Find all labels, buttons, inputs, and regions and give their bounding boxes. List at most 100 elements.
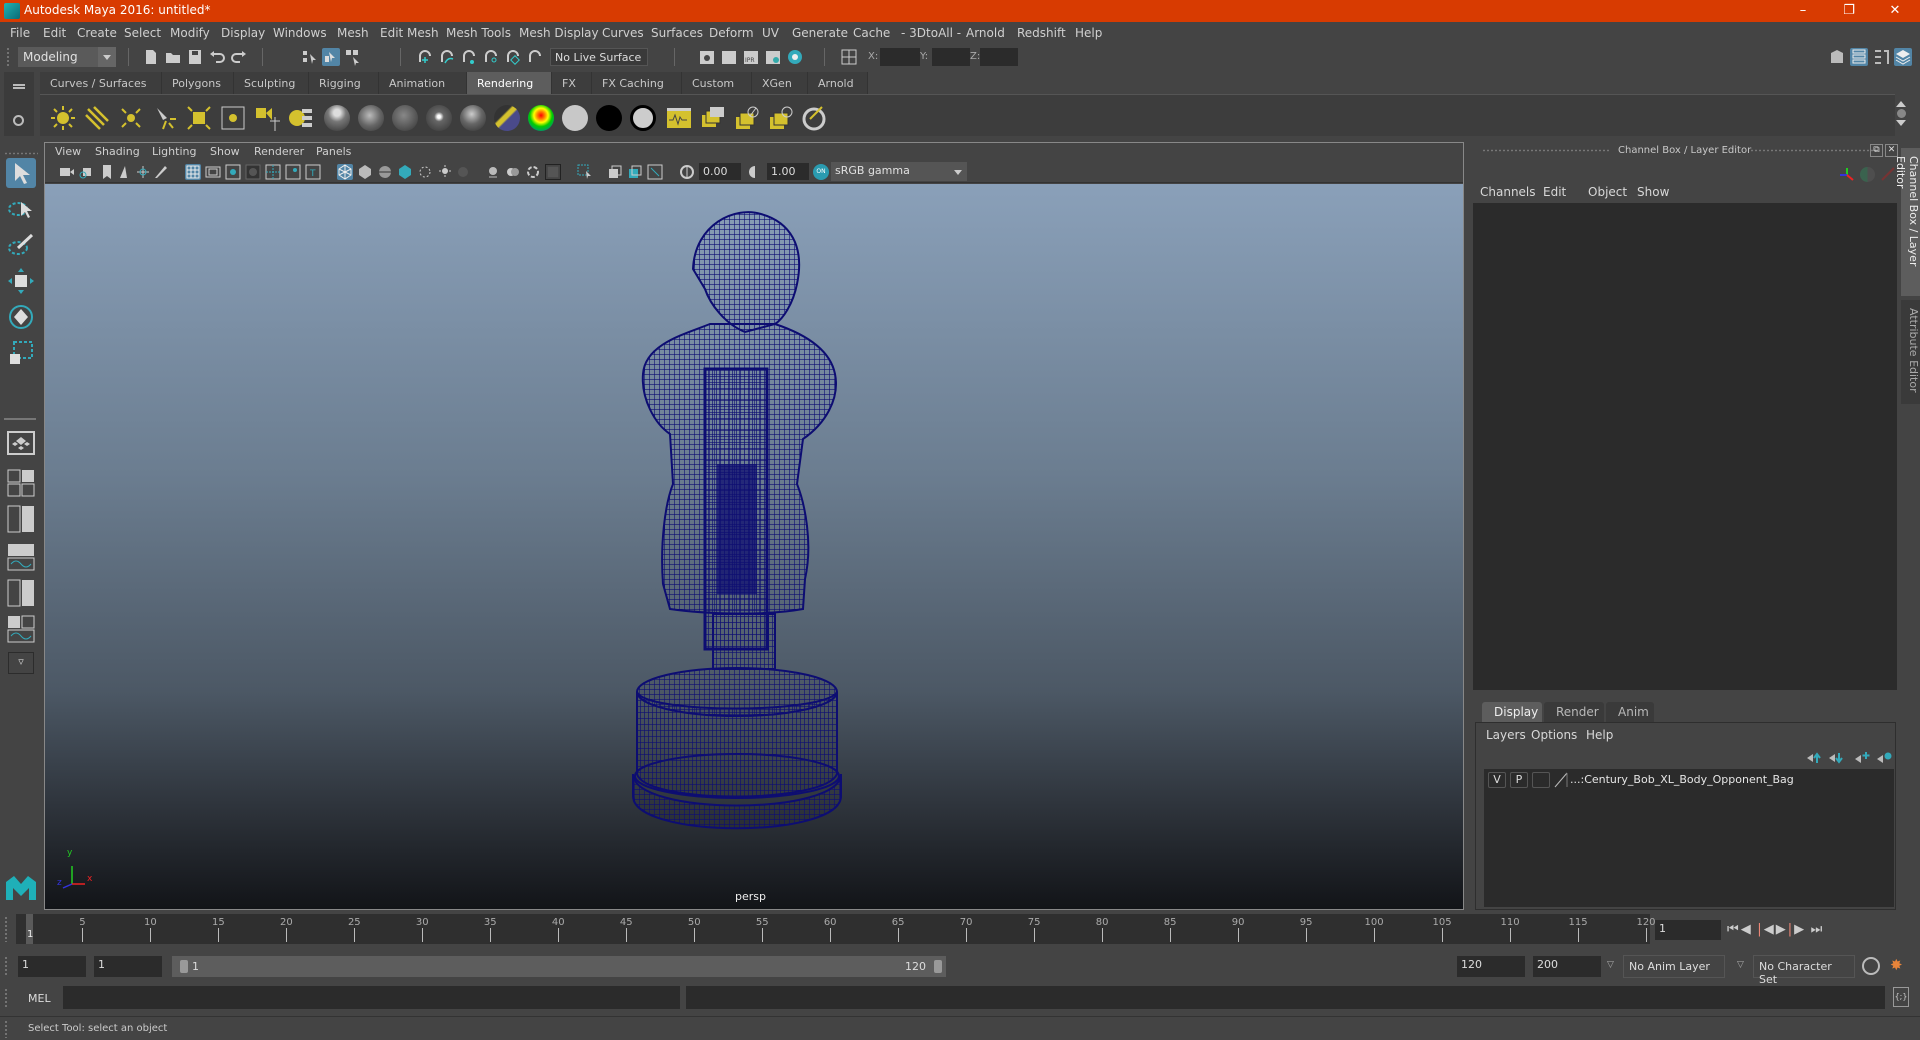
redo-icon[interactable]: [230, 48, 248, 66]
hypershade-shelf-icon[interactable]: [802, 105, 828, 131]
select-by-hierarchy-icon[interactable]: [300, 48, 318, 66]
channel-box-menu-object[interactable]: Object: [1588, 185, 1627, 199]
exposure-icon[interactable]: [679, 164, 695, 180]
step-back-frame-icon[interactable]: ◀: [1741, 922, 1758, 937]
wireframe-shading-icon[interactable]: [337, 164, 353, 180]
menuset-dropdown[interactable]: Modeling: [18, 47, 116, 67]
surface-shader-icon[interactable]: [562, 105, 588, 131]
phong-e-material-icon[interactable]: [426, 105, 452, 131]
snap-to-grid-icon[interactable]: [416, 48, 434, 66]
xray-icon[interactable]: [545, 164, 561, 180]
lasso-tool-icon[interactable]: [6, 194, 36, 224]
layer-name[interactable]: ...:Century_Bob_XL_Body_Opponent_Bag: [1570, 773, 1794, 786]
ipr-render-icon[interactable]: IPR: [742, 48, 760, 66]
play-backwards-icon[interactable]: ◀: [1764, 922, 1776, 937]
light-linking-icon[interactable]: [254, 105, 280, 131]
live-surface-field[interactable]: No Live Surface: [550, 48, 648, 66]
restore-button[interactable]: ❐: [1826, 0, 1872, 22]
color-space-dropdown[interactable]: sRGB gamma: [831, 162, 967, 181]
toon-shader-icon[interactable]: [630, 105, 656, 131]
bookmark-icon[interactable]: [99, 164, 115, 180]
gamma-field[interactable]: 1.00: [767, 163, 809, 180]
anisotropic-material-icon[interactable]: [460, 105, 486, 131]
exposure-field[interactable]: 0.00: [699, 163, 741, 180]
shelf-tab-polygons[interactable]: Polygons: [162, 72, 234, 94]
phong-material-icon[interactable]: [358, 105, 384, 131]
menu-create[interactable]: Create: [77, 26, 117, 40]
current-frame-field[interactable]: 1: [1655, 920, 1721, 940]
tool-settings-toggle-icon[interactable]: [1872, 48, 1890, 66]
channel-box-menu-channels[interactable]: Channels: [1480, 185, 1536, 199]
anim-layer-dropdown[interactable]: No Anim Layer: [1623, 955, 1725, 978]
snap-to-point-icon[interactable]: [460, 48, 478, 66]
viewport-menu-shading[interactable]: Shading: [95, 145, 140, 158]
scale-tool-icon[interactable]: [6, 338, 36, 368]
shelf-tab-fx-caching[interactable]: FX Caching: [592, 72, 682, 94]
x-field[interactable]: [880, 48, 920, 66]
playback-end-field[interactable]: 120: [1457, 956, 1525, 977]
menu-mesh-tools[interactable]: Mesh Tools: [446, 26, 511, 40]
render-view-icon[interactable]: [666, 105, 692, 131]
menu-curves[interactable]: Curves: [602, 26, 644, 40]
toolbox-grip[interactable]: [4, 152, 38, 155]
menu-edit-mesh[interactable]: Edit Mesh: [380, 26, 439, 40]
undo-icon[interactable]: [208, 48, 226, 66]
input-line-mode-icon[interactable]: [840, 48, 858, 66]
command-language-toggle[interactable]: MEL: [28, 992, 51, 1005]
render-sequence-icon[interactable]: [720, 48, 738, 66]
range-grip[interactable]: [4, 956, 8, 976]
multisample-aa-icon[interactable]: [505, 164, 521, 180]
character-set-chevron-icon[interactable]: ▽: [1737, 960, 1744, 970]
directional-light-icon[interactable]: [84, 105, 110, 131]
panel-grip[interactable]: [1750, 149, 1878, 152]
new-empty-layer-icon[interactable]: [1854, 751, 1870, 765]
grease-pencil-icon[interactable]: [153, 164, 169, 180]
select-by-object-icon[interactable]: [322, 48, 340, 66]
move-layer-up-icon[interactable]: [1806, 751, 1822, 765]
range-end-handle[interactable]: [934, 960, 942, 973]
go-to-end-icon[interactable]: ⏭: [1811, 922, 1825, 937]
move-layer-down-icon[interactable]: [1828, 751, 1844, 765]
menu-display[interactable]: Display: [221, 26, 265, 40]
animation-preferences-icon[interactable]: ✸: [1890, 956, 1903, 974]
two-d-pan-zoom-icon[interactable]: [135, 164, 151, 180]
playback-start-field[interactable]: 1: [94, 956, 162, 977]
ramp-shader-icon[interactable]: [528, 105, 554, 131]
script-editor-icon[interactable]: {;}: [1893, 987, 1909, 1007]
shelf-tab-sculpting[interactable]: Sculpting: [234, 72, 309, 94]
screen-space-ao-icon[interactable]: [455, 164, 471, 180]
menu-uv[interactable]: UV: [762, 26, 779, 40]
layer-menu-options[interactable]: Options: [1531, 728, 1577, 742]
layer-menu-layers[interactable]: Layers: [1486, 728, 1526, 742]
manipulator-toggle-icon[interactable]: [1838, 166, 1856, 184]
save-scene-icon[interactable]: [186, 48, 204, 66]
shelf-scroll[interactable]: [1895, 99, 1907, 133]
channel-box-toggle-icon[interactable]: [1894, 48, 1912, 66]
menu-help[interactable]: Help: [1075, 26, 1102, 40]
blinn-material-icon[interactable]: [324, 105, 350, 131]
smooth-shade-icon[interactable]: [357, 164, 373, 180]
paint-select-tool-icon[interactable]: [6, 230, 36, 260]
shelf-tab-animation[interactable]: Animation: [379, 72, 467, 94]
scroll-up-icon[interactable]: [1896, 101, 1906, 107]
character-set-dropdown[interactable]: No Character Set: [1753, 955, 1855, 986]
color-management-toggle-icon[interactable]: ON: [813, 164, 829, 180]
layered-shader-icon[interactable]: [494, 105, 520, 131]
auto-key-icon[interactable]: [1862, 957, 1880, 975]
snap-to-curve-icon[interactable]: [438, 48, 456, 66]
menu-edit[interactable]: Edit: [43, 26, 66, 40]
single-perspective-view-icon[interactable]: [6, 428, 36, 458]
resolution-gate-icon[interactable]: [225, 164, 241, 180]
new-scene-icon[interactable]: [142, 48, 160, 66]
shelf-tab-xgen[interactable]: XGen: [752, 72, 808, 94]
menu-redshift[interactable]: Redshift: [1017, 26, 1066, 40]
shelf-tab-custom[interactable]: Custom: [682, 72, 752, 94]
viewport-menu-renderer[interactable]: Renderer: [254, 145, 304, 158]
shelf-tab-fx[interactable]: FX: [552, 72, 592, 94]
four-view-layout-icon[interactable]: [6, 468, 36, 498]
use-background-icon[interactable]: [596, 105, 622, 131]
shelf-options-icon[interactable]: [1896, 109, 1906, 118]
layer-color-swatch-icon[interactable]: [1554, 772, 1568, 788]
menu-deform[interactable]: Deform: [709, 26, 754, 40]
close-button[interactable]: ✕: [1872, 0, 1918, 22]
